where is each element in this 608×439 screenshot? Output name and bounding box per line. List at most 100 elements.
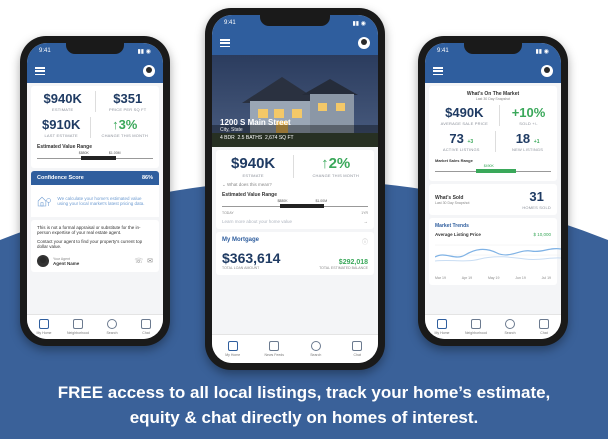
property-city: City, State [220,127,243,133]
tab-chat[interactable]: Chat [135,319,157,335]
chat-icon [352,341,363,351]
stat-value: 18 [515,131,531,146]
search-icon [107,319,117,329]
phone-notch [66,43,124,54]
search-icon [310,341,321,351]
app-bar [425,59,561,83]
disclaimer-card: This is not a formal appraisal or substi… [31,220,159,272]
tab-label: Chat [142,331,150,335]
stat-value: 73 [449,131,464,146]
home-icon [227,341,238,351]
market-card: What's On The Market Last 30 Day Snapsho… [429,86,557,181]
beds: 4 BDR [220,135,235,141]
divider [495,131,497,152]
trend-months: Mar 19 Apr 19 May 19 Jun 19 Jul 19 [435,276,551,280]
tab-neighborhood[interactable]: Neighborhood [465,319,487,335]
stat-value: ↑2% [321,155,351,172]
home-icon [437,319,447,329]
range-left: TODAY [222,211,234,215]
what-mean-label: What does this mean? [227,182,272,187]
loan-label: TOTAL LOAN AMOUNT [222,266,260,270]
stat-sold: +10% SOLD +/- [512,105,546,126]
center-phone: 9:41 ▮▮ ◉ 1200 S Main Street City, State… [205,8,385,370]
range-high: $1.00M [108,151,121,155]
agent-avatar-icon [37,255,49,267]
stats-row: $910K LAST ESTIMATE ↑3% CHANGE THIS MONTH [37,117,153,138]
tab-search[interactable]: Search [499,319,521,335]
stat-price-sqft: $351 PRICE PER SQ FT [109,91,146,112]
range-high: $1.00M [315,199,328,203]
phone-notch [260,15,330,26]
trend-chart [434,244,561,262]
stat-delta: +3 [467,139,474,145]
stat-value: $351 [113,91,143,106]
property-specs: 4 BDR 2.5 BATHS 2,674 SQ FT [220,135,294,141]
divider [499,105,501,126]
confidence-header: Confidence Score 86% [31,171,159,185]
tab-my-home[interactable]: My Home [431,319,453,335]
stat-value: $940K [43,91,82,106]
tab-neighborhood[interactable]: Neighborhood [67,319,89,335]
neighborhood-icon [73,319,83,329]
tab-bar: My Home Neighborhood Search Chat [27,314,163,339]
tab-news-feeds[interactable]: News Feeds [263,341,285,357]
sold-card[interactable]: What's Sold Last 30 Day Snapshot 31 HOMES… [429,184,557,215]
menu-icon[interactable] [35,67,45,75]
stat-label: NEW LISTINGS [512,147,544,152]
stat-label: LAST ESTIMATE [44,133,78,138]
range-bar [280,204,325,208]
trends-title: Market Trends [435,223,469,229]
info-icon[interactable]: ⓘ [362,237,368,246]
app-bar [212,31,378,55]
chat-icon [141,319,151,329]
property-hero[interactable]: 1200 S Main Street City, State 4 BDR 2.5… [212,55,378,147]
caption-line-2: equity & chat directly on homes of inter… [129,408,479,427]
tab-label: Neighborhood [465,331,487,335]
range-mid: $490K [483,164,494,168]
stat-label: CHANGE THIS MONTH [101,133,148,138]
tab-chat[interactable]: Chat [533,319,555,335]
menu-icon[interactable] [220,39,230,47]
learn-more-link[interactable]: Learn more about your home value → [222,219,368,224]
tab-label: Search [504,331,516,335]
tab-search[interactable]: Search [101,319,123,335]
left-phone: 9:41 ▮▮ ◉ $940K ESTIMATE $351 PRICE PER SQ … [20,36,170,346]
divider [94,91,96,112]
chat-icon[interactable]: ✉ [147,257,153,265]
mortgage-card[interactable]: My Mortgage ⓘ $363,614 TOTAL LOAN AMOUNT… [216,232,374,275]
tab-search[interactable]: Search [305,341,327,357]
caption-line-1: FREE access to all local listings, track… [57,383,551,402]
profile-avatar-icon[interactable] [143,65,155,77]
status-time: 9:41 [39,48,51,54]
tab-my-home[interactable]: My Home [33,319,55,335]
tab-chat[interactable]: Chat [346,341,368,357]
range-right: 1YR [361,211,368,215]
stat-value: ↑3% [112,117,138,132]
profile-avatar-icon[interactable] [358,37,370,49]
stat-avg-sale: $490K AVERAGE SALE PRICE [441,105,488,126]
stat-value: +10% [511,105,546,120]
stat-label: SOLD +/- [519,121,538,126]
agent-row[interactable]: Your Agent Agent Name ☏ ✉ [37,255,153,267]
month-label: Jul 19 [541,276,551,280]
stat-label: ESTIMATE [242,173,264,178]
range-label: Estimated Value Range [37,144,93,150]
stat-label: ACTIVE LISTINGS [442,147,480,152]
tab-label: My Home [434,331,450,335]
tab-my-home[interactable]: My Home [222,341,244,357]
profile-avatar-icon[interactable] [541,65,553,77]
house-tree-icon [37,196,51,207]
signal-icon: ▮▮ ◉ [535,48,549,55]
stat-value: $490K [445,105,484,120]
stats-row: $940K ESTIMATE $351 PRICE PER SQ FT [37,91,153,112]
phone-icon[interactable]: ☏ [134,257,143,265]
chat-icon [539,319,549,329]
confidence-title: Confidence Score [37,175,84,181]
what-mean-link[interactable]: ⌄ What does this mean? [222,182,368,188]
learn-more-label: Learn more about your home value [222,219,293,224]
tab-bar: My Home News Feeds Search Chat [212,334,378,363]
news-icon [269,341,280,351]
confidence-text: We calculate your home's estimated value… [57,196,145,206]
menu-icon[interactable] [433,67,443,75]
range-label: Market Sales Range [435,158,473,163]
